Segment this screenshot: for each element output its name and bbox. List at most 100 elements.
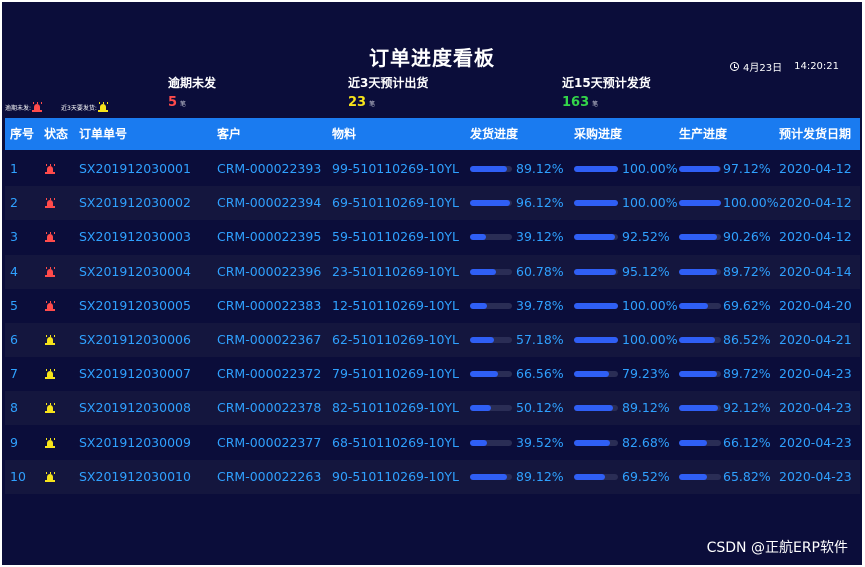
- production-progress-track: [679, 371, 721, 378]
- ship-progress-track: [470, 234, 512, 241]
- production-progress-fill: [679, 302, 709, 309]
- stat-overdue: 逾期未发 5笔: [168, 74, 216, 110]
- material-code: 59-510110269-10YL: [332, 229, 460, 245]
- ship-progress-value: 39.12%: [516, 229, 564, 245]
- ship-progress-value: 50.12%: [516, 400, 564, 416]
- table-row[interactable]: 10 SX201912030010 CRM-000022263 90-51011026…: [5, 459, 860, 494]
- date-text: 4月23日: [743, 63, 783, 74]
- production-progress-fill: [679, 234, 717, 241]
- col-purchase-progress: 采购进度: [574, 127, 623, 141]
- production-progress-value: 92.12%: [723, 400, 771, 416]
- production-progress-track: [679, 268, 721, 275]
- ship-progress-track: [470, 337, 512, 343]
- ship-date: 2020-04-23: [779, 434, 852, 450]
- table-row[interactable]: 8 SX201912030008 CRM-000022378 82-510110269…: [5, 391, 860, 426]
- stat-due15-label: 近15天预计发货: [562, 76, 651, 90]
- clock-icon: [730, 62, 739, 71]
- row-no: 6: [10, 332, 18, 347]
- table-row[interactable]: 9 SX201912030009 CRM-000022377 68-510110269…: [5, 426, 860, 460]
- yellow-alarm-icon: [44, 437, 56, 448]
- red-alarm-icon: [44, 198, 56, 209]
- customer-code: CRM-000022396: [217, 263, 322, 279]
- ship-progress-track: [470, 200, 512, 207]
- purchase-progress-value: 82.68%: [622, 434, 670, 450]
- ship-progress-fill: [470, 234, 487, 241]
- ship-date: 2020-04-23: [779, 366, 852, 382]
- customer-code: CRM-000022395: [217, 229, 322, 245]
- purchase-progress-value: 79.23%: [622, 366, 670, 382]
- purchase-progress-track: [574, 473, 618, 480]
- table-row[interactable]: 2 SX201912030002 CRM-000022394 69-510110269…: [5, 186, 860, 221]
- purchase-progress-value: 92.52%: [622, 229, 670, 245]
- purchase-progress-fill: [574, 234, 615, 241]
- row-no: 9: [10, 434, 18, 450]
- ship-progress-value: 39.52%: [516, 434, 564, 450]
- production-progress-value: 65.82%: [723, 468, 771, 484]
- table-row[interactable]: 7 SX201912030007 CRM-000022372 79-510110269…: [5, 357, 860, 391]
- customer-code: CRM-000022367: [217, 332, 322, 347]
- ship-progress-track: [470, 302, 512, 309]
- table-row[interactable]: 6 SX201912030006 CRM-000022367 62-510110269…: [5, 323, 860, 357]
- watermark: CSDN @正航ERP软件: [706, 540, 848, 556]
- purchase-progress-fill: [574, 200, 618, 207]
- material-code: 82-510110269-10YL: [332, 400, 460, 416]
- ship-progress-fill: [470, 405, 492, 412]
- stat-overdue-label: 逾期未发: [168, 76, 217, 90]
- material-code: 68-510110269-10YL: [332, 434, 460, 450]
- purchase-progress-value: 69.52%: [622, 468, 670, 484]
- table-header: 序号 状态 订单单号 客户 物料 发货进度 采购进度 生产进度 预计发货日期: [5, 118, 860, 150]
- col-customer: 客户: [217, 127, 242, 141]
- customer-code: CRM-000022263: [217, 468, 322, 484]
- red-alarm-icon: [44, 266, 56, 277]
- table-row[interactable]: 4 SX201912030004 CRM-000022396 23-510110269…: [5, 254, 860, 289]
- production-progress-track: [679, 166, 721, 172]
- row-no: 3: [10, 229, 18, 245]
- col-material: 物料: [332, 127, 357, 141]
- order-number: SX201912030003: [79, 229, 191, 245]
- order-number: SX201912030006: [79, 332, 191, 347]
- ship-progress-value: 96.12%: [516, 195, 564, 211]
- ship-progress-value: 57.18%: [516, 332, 564, 347]
- table-row[interactable]: 1 SX201912030001 CRM-000022393 99-510110269…: [5, 152, 860, 186]
- table-row[interactable]: 3 SX201912030003 CRM-000022395 59-510110269…: [5, 220, 860, 254]
- order-number: SX201912030010: [79, 468, 191, 484]
- col-ship-progress: 发货进度: [470, 127, 519, 141]
- col-order: 订单单号: [79, 127, 128, 141]
- table-row[interactable]: 5 SX201912030005 CRM-000022383 12-510110269…: [5, 289, 860, 323]
- purchase-progress-track: [574, 200, 618, 207]
- order-number: SX201912030008: [79, 400, 191, 416]
- row-no: 8: [10, 400, 18, 416]
- purchase-progress-track: [574, 371, 618, 378]
- production-progress-track: [679, 234, 721, 241]
- col-no: 序号: [10, 127, 35, 141]
- order-number: SX201912030004: [79, 263, 191, 279]
- purchase-progress-value: 95.12%: [622, 263, 670, 279]
- ship-progress-value: 89.12%: [516, 161, 564, 176]
- purchase-progress-track: [574, 405, 618, 412]
- production-progress-fill: [679, 268, 717, 275]
- yellow-alarm-icon: [44, 369, 56, 380]
- ship-progress-fill: [470, 200, 511, 207]
- purchase-progress-value: 100.00%: [622, 195, 678, 211]
- red-alarm-icon: [44, 300, 56, 311]
- purchase-progress-fill: [574, 439, 611, 446]
- ship-progress-value: 66.56%: [516, 366, 564, 382]
- purchase-progress-value: 100.00%: [622, 332, 678, 347]
- production-progress-value: 86.52%: [723, 332, 771, 347]
- ship-progress-value: 39.78%: [516, 297, 564, 313]
- ship-progress-fill: [470, 302, 487, 309]
- order-number: SX201912030001: [79, 161, 191, 176]
- order-number: SX201912030005: [79, 297, 191, 313]
- ship-date: 2020-04-14: [779, 263, 852, 279]
- ship-progress-fill: [470, 337, 494, 343]
- row-no: 2: [10, 195, 18, 211]
- stat-due3-unit: 笔: [369, 101, 376, 108]
- stat-overdue-unit: 笔: [180, 101, 187, 108]
- ship-progress-fill: [470, 268, 496, 275]
- purchase-progress-track: [574, 302, 618, 309]
- production-progress-value: 97.12%: [723, 161, 771, 176]
- yellow-alarm-icon: [44, 403, 56, 414]
- stat-due3-value: 23: [348, 95, 367, 110]
- ship-progress-fill: [470, 439, 487, 446]
- col-ship-date: 预计发货日期: [779, 127, 852, 141]
